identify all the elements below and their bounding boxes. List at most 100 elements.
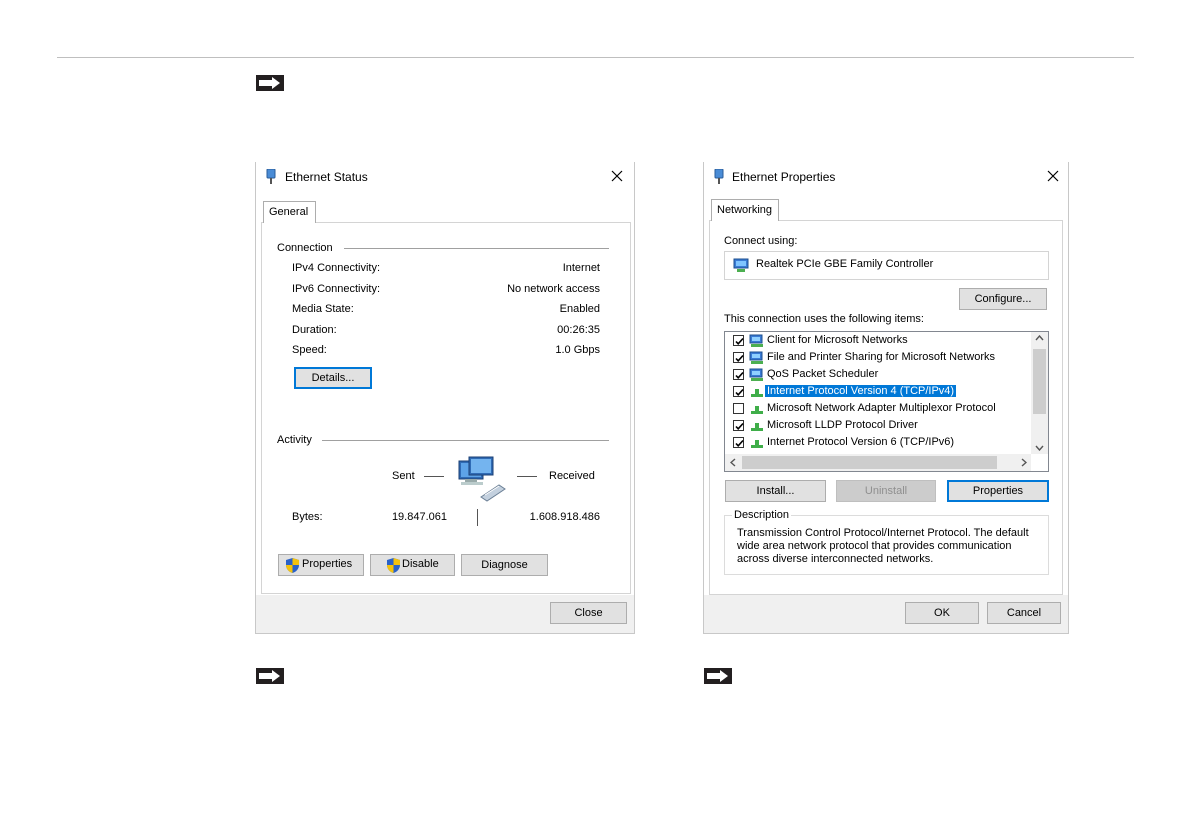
horizontal-scrollbar[interactable] — [725, 454, 1031, 471]
networking-panel: Connect using: Realtek PCIe GBE Family C… — [709, 220, 1063, 595]
list-item-label: Microsoft Network Adapter Multiplexor Pr… — [767, 402, 996, 414]
scroll-down-icon[interactable] — [1035, 445, 1044, 451]
list-item[interactable]: File and Printer Sharing for Microsoft N… — [725, 350, 1033, 367]
media-state-label: Media State: — [292, 303, 354, 315]
dialog-footer: Close — [256, 595, 634, 633]
title-bar: Ethernet Status — [256, 162, 634, 192]
list-item[interactable]: Internet Protocol Version 6 (TCP/IPv6) — [725, 435, 1033, 452]
ipv6-value: No network access — [507, 283, 600, 295]
sent-line — [424, 476, 444, 477]
list-item-label: QoS Packet Scheduler — [767, 368, 879, 380]
disable-button-label: Disable — [402, 558, 439, 570]
properties-button[interactable]: Properties — [278, 554, 364, 576]
scroll-right-icon[interactable] — [1021, 458, 1027, 467]
list-item-label: File and Printer Sharing for Microsoft N… — [767, 351, 996, 363]
adapter-box: Realtek PCIe GBE Family Controller — [724, 251, 1049, 280]
bytes-divider — [477, 509, 478, 526]
arrow-right-icon — [256, 668, 284, 684]
activity-heading: Activity — [277, 434, 312, 446]
speed-value: 1.0 Gbps — [555, 344, 600, 356]
list-item[interactable]: QoS Packet Scheduler — [725, 367, 1033, 384]
properties-button[interactable]: Properties — [947, 480, 1049, 502]
duration-value: 00:26:35 — [557, 324, 600, 336]
connect-using-label: Connect using: — [724, 235, 798, 247]
list-item-label: Client for Microsoft Networks — [767, 334, 908, 346]
description-group: Description Transmission Control Protoco… — [724, 509, 1049, 575]
cancel-button[interactable]: Cancel — [987, 602, 1061, 624]
protocol-icon — [749, 402, 765, 416]
uac-shield-icon — [286, 558, 299, 573]
divider — [344, 248, 609, 249]
ethernet-properties-dialog: Ethernet Properties Networking Connect u… — [703, 162, 1069, 634]
close-icon[interactable] — [1044, 167, 1062, 185]
checkbox-unchecked[interactable] — [733, 403, 744, 414]
network-client-icon — [749, 334, 765, 348]
protocol-icon — [749, 436, 765, 450]
ipv4-value: Internet — [562, 262, 600, 274]
uac-shield-icon — [387, 558, 400, 573]
configure-button[interactable]: Configure... — [959, 288, 1047, 310]
scrollbar-thumb[interactable] — [1033, 349, 1046, 414]
ethernet-plug-icon — [266, 169, 276, 184]
ok-button[interactable]: OK — [905, 602, 979, 624]
ipv4-label: IPv4 Connectivity: — [292, 262, 381, 274]
list-item-label: Internet Protocol Version 6 (TCP/IPv6) — [767, 436, 955, 448]
checkbox-checked[interactable] — [733, 437, 744, 448]
network-service-icon — [749, 351, 765, 365]
components-list[interactable]: Client for Microsoft Networks File and Pr… — [724, 331, 1049, 472]
speed-label: Speed: — [292, 344, 327, 356]
network-service-icon — [749, 368, 765, 382]
bytes-label: Bytes: — [292, 511, 323, 523]
scrollbar-thumb[interactable] — [742, 456, 997, 469]
scroll-left-icon[interactable] — [730, 458, 736, 467]
list-item[interactable]: Microsoft Network Adapter Multiplexor Pr… — [725, 401, 1033, 418]
general-panel: Connection IPv4 Connectivity: Internet I… — [261, 222, 631, 594]
close-icon[interactable] — [608, 167, 626, 185]
bytes-sent-value: 19.847.061 — [391, 511, 447, 523]
description-heading: Description — [732, 509, 792, 521]
title-bar: Ethernet Properties — [704, 162, 1068, 192]
vertical-scrollbar[interactable] — [1031, 332, 1048, 454]
protocol-icon — [749, 419, 765, 433]
scroll-up-icon[interactable] — [1035, 335, 1044, 341]
dialog-title: Ethernet Properties — [732, 170, 836, 184]
ethernet-plug-icon — [714, 169, 724, 184]
dialog-title: Ethernet Status — [285, 170, 368, 184]
tab-networking[interactable]: Networking — [711, 199, 779, 221]
media-state-value: Enabled — [559, 303, 600, 315]
close-button[interactable]: Close — [550, 602, 627, 624]
items-label: This connection uses the following items… — [724, 313, 924, 325]
list-item[interactable]: Internet Protocol Version 4 (TCP/IPv4) — [725, 384, 1033, 401]
checkbox-checked[interactable] — [733, 335, 744, 346]
checkbox-checked[interactable] — [733, 420, 744, 431]
network-computers-icon — [458, 456, 506, 502]
list-item[interactable]: Microsoft LLDP Protocol Driver — [725, 418, 1033, 435]
adapter-name: Realtek PCIe GBE Family Controller — [756, 258, 934, 270]
arrow-right-icon — [256, 75, 284, 91]
protocol-icon — [749, 385, 765, 399]
checkbox-checked[interactable] — [733, 369, 744, 380]
list-item-label: Microsoft LLDP Protocol Driver — [767, 419, 918, 431]
ipv6-label: IPv6 Connectivity: — [292, 283, 381, 295]
disable-button[interactable]: Disable — [370, 554, 455, 576]
duration-label: Duration: — [292, 324, 337, 336]
uninstall-button: Uninstall — [836, 480, 936, 502]
ethernet-status-dialog: Ethernet Status General Connection IPv4 … — [255, 162, 635, 634]
tab-general[interactable]: General — [263, 201, 316, 223]
list-item[interactable]: Client for Microsoft Networks — [725, 333, 1033, 350]
list-item-label: Internet Protocol Version 4 (TCP/IPv4) — [765, 385, 957, 397]
divider — [322, 440, 609, 441]
network-adapter-icon — [733, 258, 749, 272]
diagnose-button[interactable]: Diagnose — [461, 554, 548, 576]
bytes-received-value: 1.608.918.486 — [529, 511, 600, 523]
checkbox-checked[interactable] — [733, 386, 744, 397]
sent-label: Sent — [392, 470, 415, 482]
install-button[interactable]: Install... — [725, 480, 826, 502]
arrow-right-icon — [704, 668, 732, 684]
details-button[interactable]: Details... — [294, 367, 372, 389]
received-label: Received — [549, 470, 595, 482]
properties-button-label: Properties — [302, 558, 353, 570]
checkbox-checked[interactable] — [733, 352, 744, 363]
connection-heading: Connection — [277, 242, 333, 254]
received-line — [517, 476, 537, 477]
